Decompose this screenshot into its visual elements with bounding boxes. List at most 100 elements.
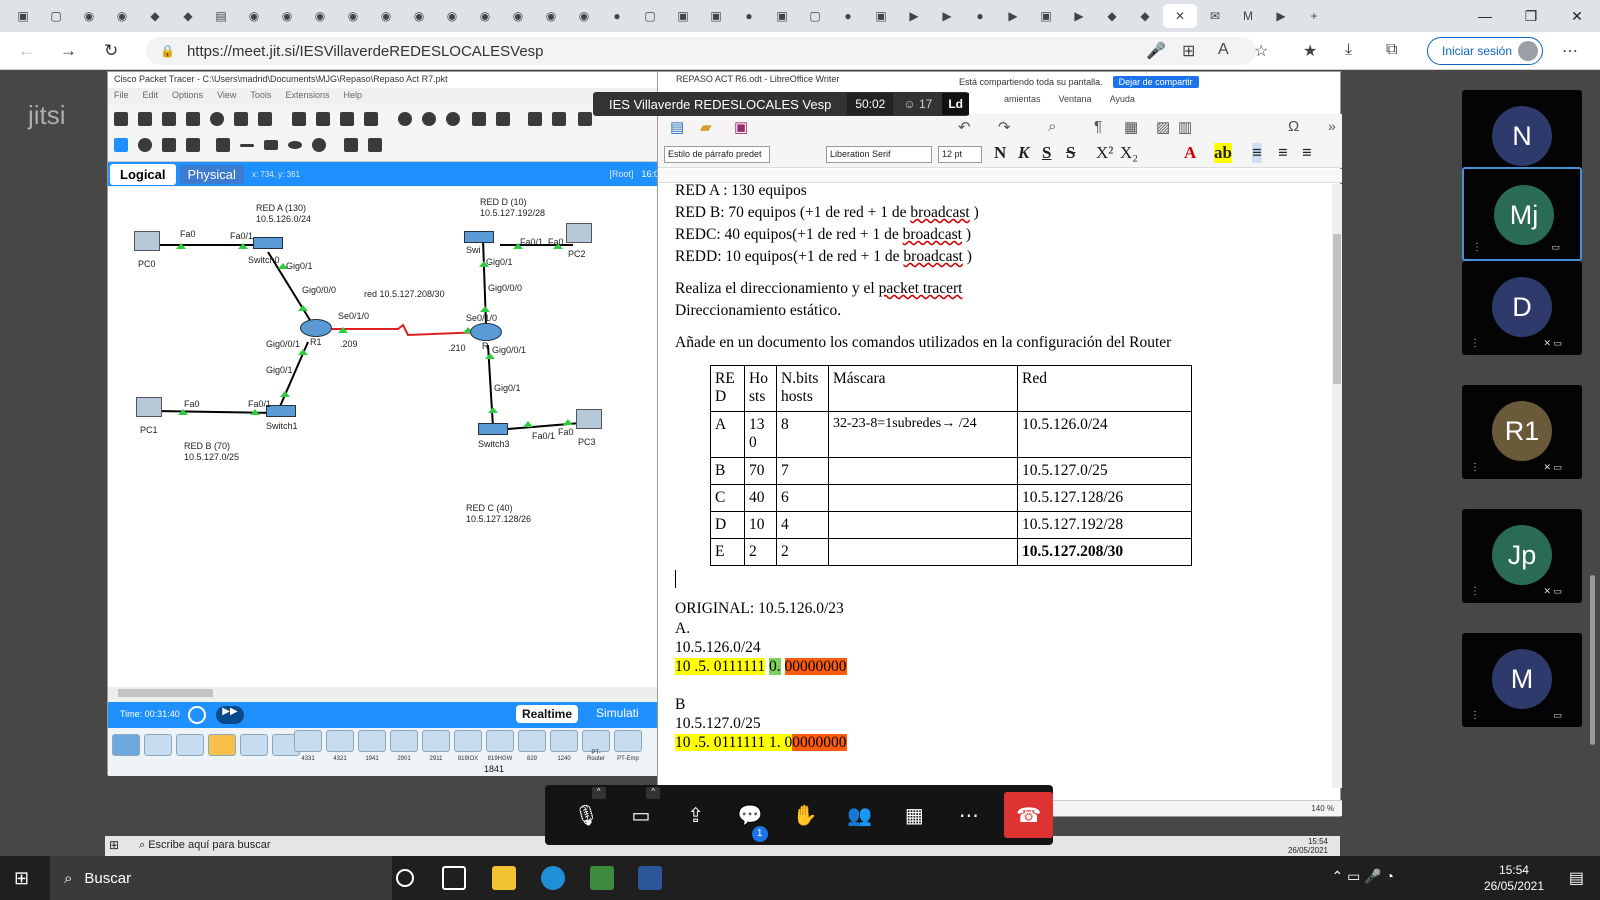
power-cycle-icon[interactable] — [188, 706, 206, 724]
chat-button[interactable]: 💬 1 — [723, 803, 778, 842]
fast-forward-icon[interactable]: ▶▶ — [216, 706, 244, 724]
switch0-icon[interactable] — [253, 237, 283, 249]
audio-settings-caret[interactable]: ^ — [591, 786, 606, 799]
find-replace-icon[interactable]: ⌕ — [1048, 118, 1056, 135]
notifications-icon[interactable]: ▤ — [1569, 868, 1584, 888]
select-icon[interactable] — [114, 138, 128, 152]
cortana-icon[interactable] — [396, 869, 414, 887]
lock-icon[interactable]: 🔒 — [160, 44, 175, 58]
italic-icon[interactable]: K — [1018, 143, 1029, 163]
rectangle-icon[interactable] — [264, 140, 278, 150]
minimize-icon[interactable]: — — [1462, 8, 1508, 25]
raise-hand-button[interactable]: ✋ — [778, 803, 833, 828]
switch2-icon[interactable] — [464, 231, 494, 243]
tab[interactable]: ◉ — [74, 4, 104, 28]
tab[interactable]: ▣ — [668, 4, 698, 28]
translate-icon[interactable]: A — [1218, 41, 1229, 59]
add-simple-pdu-icon[interactable] — [344, 138, 358, 152]
tab[interactable]: ▣ — [767, 4, 797, 28]
video-settings-caret[interactable]: ^ — [646, 786, 661, 799]
strikethrough-icon[interactable]: S — [1066, 143, 1075, 163]
search-icon[interactable] — [138, 138, 152, 152]
switch3-icon[interactable] — [478, 423, 508, 435]
misc-icon[interactable] — [240, 734, 268, 756]
tab[interactable]: ◉ — [272, 4, 302, 28]
components-icon[interactable] — [176, 734, 204, 756]
participants-button[interactable]: 👥 — [832, 803, 887, 828]
pt-menu-extensions[interactable]: Extensions — [285, 90, 329, 102]
close-icon[interactable]: ✕ — [1554, 8, 1600, 25]
tab[interactable]: ▣ — [701, 4, 731, 28]
url-field[interactable]: 🔒 https://meet.jit.si/IESVillaverdeREDES… — [146, 37, 1256, 65]
line-icon[interactable] — [240, 144, 254, 147]
favorites-icon[interactable]: ★ — [1303, 41, 1317, 61]
pt-scroll-thumb[interactable] — [118, 689, 213, 697]
tab[interactable]: M — [1233, 4, 1263, 28]
tab[interactable]: ● — [734, 4, 764, 28]
start-icon[interactable]: ⊞ — [14, 868, 29, 889]
tab[interactable]: ◉ — [338, 4, 368, 28]
root-breadcrumb[interactable]: [Root] — [609, 169, 633, 179]
reload-icon[interactable]: ↻ — [104, 41, 118, 61]
tab[interactable]: ✉ — [1200, 4, 1230, 28]
router-2911[interactable]: 2911 — [422, 730, 450, 762]
packet-tracer-icon[interactable] — [590, 866, 614, 890]
collections-icon[interactable]: ⧉ — [1386, 41, 1397, 59]
tab[interactable]: ▶ — [1064, 4, 1094, 28]
more-icon[interactable]: ⋯ — [1562, 41, 1578, 61]
viewport-icon[interactable] — [552, 112, 566, 126]
file-explorer-icon[interactable] — [492, 866, 516, 890]
router-pt[interactable]: PT-Router — [582, 730, 610, 762]
tab[interactable]: ▢ — [41, 4, 71, 28]
pt-menu-help[interactable]: Help — [343, 90, 362, 102]
zoom-reset-icon[interactable] — [422, 112, 436, 126]
router-1240[interactable]: 1240 — [550, 730, 578, 762]
tab-actions-icon[interactable]: ▣ — [8, 4, 38, 28]
tab[interactable]: ▶ — [998, 4, 1028, 28]
network-icon[interactable] — [234, 112, 248, 126]
menu-window[interactable]: Ventana — [1059, 94, 1092, 104]
note-icon[interactable] — [216, 138, 230, 152]
redo-icon[interactable] — [364, 112, 378, 126]
align-left-icon[interactable]: ≡ — [1252, 143, 1262, 163]
filmstrip-scroll-thumb[interactable] — [1590, 575, 1595, 745]
special-character-icon[interactable]: Ω — [1288, 118, 1299, 135]
participant-tile-active[interactable]: Mj ⋮ ▭ — [1462, 167, 1582, 261]
resize-icon[interactable] — [186, 138, 200, 152]
taskbar-clock[interactable]: 15:54 26/05/2021 — [1484, 862, 1544, 894]
tab[interactable]: ◆ — [1130, 4, 1160, 28]
tile-menu-icon[interactable]: ⋮ — [1472, 242, 1482, 253]
pt-menu-options[interactable]: Options — [172, 90, 203, 102]
participant-tile[interactable]: D ⋮ ✕ ▭ — [1462, 261, 1582, 355]
tab[interactable]: ◉ — [239, 4, 269, 28]
tab[interactable]: ▣ — [866, 4, 896, 28]
pt-horizontal-scrollbar[interactable] — [108, 687, 663, 699]
tab[interactable]: ▢ — [800, 4, 830, 28]
restore-icon[interactable]: ❐ — [1508, 8, 1554, 25]
tab[interactable]: ▶ — [932, 4, 962, 28]
save-icon[interactable]: ▣ — [734, 118, 748, 136]
underline-icon[interactable]: S — [1042, 143, 1051, 163]
tab-active-close-icon[interactable]: ✕ — [1163, 4, 1197, 28]
pc3-icon[interactable] — [576, 409, 602, 429]
ellipse-icon[interactable] — [288, 141, 302, 149]
tile-menu-icon[interactable]: ⋮ — [1470, 586, 1480, 597]
document-page[interactable]: RED A : 130 equipos RED B: 70 equipos (+… — [658, 182, 1332, 788]
align-right-icon[interactable]: ≡ — [1302, 143, 1312, 163]
camera-button[interactable]: ▭ ^ — [614, 786, 669, 828]
subscript-icon[interactable]: X₂ — [1120, 143, 1138, 163]
save-icon[interactable] — [162, 112, 176, 126]
formatting-marks-icon[interactable]: ¶ — [1094, 118, 1102, 135]
undo-icon[interactable]: ↶ — [958, 118, 971, 136]
tab[interactable]: ◉ — [371, 4, 401, 28]
pc1-icon[interactable] — [136, 397, 162, 417]
end-devices-icon[interactable] — [144, 734, 172, 756]
simulation-tab[interactable]: Simulati — [596, 706, 639, 720]
stop-sharing-button[interactable]: Dejar de compartir — [1112, 75, 1199, 88]
pt-menu-edit[interactable]: Edit — [143, 90, 159, 102]
tab[interactable]: ● — [833, 4, 863, 28]
inspect-icon[interactable] — [528, 112, 542, 126]
paste-icon[interactable] — [316, 112, 330, 126]
capture-icon[interactable] — [578, 112, 592, 126]
freeform-icon[interactable] — [312, 138, 326, 152]
